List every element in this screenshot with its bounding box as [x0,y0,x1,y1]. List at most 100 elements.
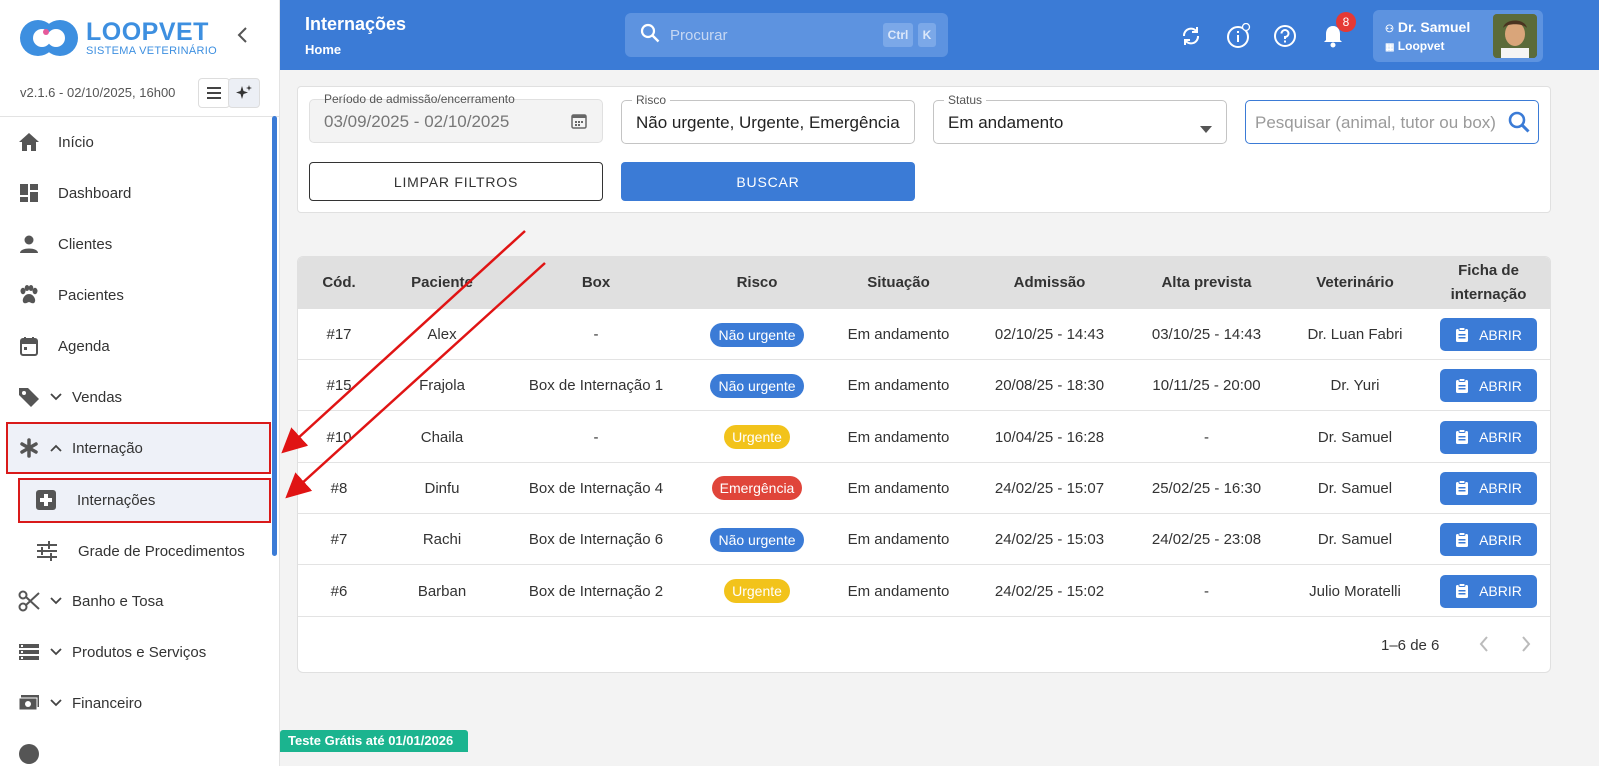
table-row: #7 Rachi Box de Internação 6 Não urgente Em … [298,514,1550,566]
sidebar-scrollbar[interactable] [272,116,277,556]
col-risco[interactable]: Risco [688,257,826,309]
cell-code: #10 [326,428,352,446]
ai-sparkle-button[interactable] [228,78,260,108]
chevron-down-icon [50,645,64,659]
cell-risk: Urgente [688,412,826,463]
sidebar-item-banho-tosa[interactable]: Banho e Tosa [0,576,270,626]
cell-patient: Chaila [420,428,464,446]
sidebar-item-inicio[interactable]: Início [0,117,270,167]
cell-vet: Dr. Yuri [1330,377,1380,395]
col-codigo[interactable]: Cód. [298,257,380,309]
help-icon[interactable] [1272,23,1298,49]
open-label: ABRIR [1479,326,1522,343]
col-veterinario[interactable]: Veterinário [1285,257,1425,309]
tune-icon [36,540,58,562]
search-placeholder: Procurar [670,26,728,44]
support-icon [18,743,40,765]
menu-list-button[interactable] [198,78,230,108]
dropdown-arrow-icon [1200,120,1212,138]
cell-action: ABRIR [1425,463,1550,514]
sidebar-item-suporte[interactable] [0,735,270,766]
open-record-button[interactable]: ABRIR [1440,420,1537,454]
sidebar-item-financeiro[interactable]: Financeiro [0,678,270,728]
open-record-button[interactable]: ABRIR [1440,523,1537,557]
sidebar-item-clientes[interactable]: Clientes [0,219,270,269]
risk-chip: Não urgente [710,373,804,398]
brand-tagline: SISTEMA VETERINÁRIO [86,45,218,57]
list-icon [18,641,40,663]
cell-status: Em andamento [847,582,950,600]
chevron-down-icon [50,390,64,404]
calendar-icon[interactable] [570,112,588,135]
cell-patient: Frajola [419,377,465,395]
risk-chip: Não urgente [710,527,804,552]
search-button[interactable]: BUSCAR [621,162,915,201]
cell-code: #17 [326,326,352,343]
calendar-icon [18,335,40,357]
search-icon[interactable] [1508,111,1530,138]
menu-icon [207,87,221,99]
cell-risk: Não urgente [688,360,826,411]
table-row: #6 Barban Box de Internação 2 Urgente Em and… [298,566,1550,617]
col-paciente[interactable]: Paciente [380,257,504,309]
col-admissao[interactable]: Admissão [971,257,1128,309]
cell-code: #8 [330,479,348,497]
open-record-button[interactable]: ABRIR [1440,318,1537,351]
col-ficha: Ficha de internação [1450,262,1527,303]
collapse-sidebar-icon[interactable] [236,26,250,50]
col-alta-prevista[interactable]: Alta prevista [1128,257,1285,309]
table-row: #10 Chaila - Urgente Em andamento 10/04/25 - … [298,412,1550,463]
cell-risk: Urgente [688,566,826,617]
breadcrumb[interactable]: Home [305,42,341,57]
sidebar-item-pacientes[interactable]: Pacientes [0,270,270,320]
cell-admission: 02/10/25 - 14:43 [994,326,1105,343]
sidebar-item-label: Dashboard [58,184,132,202]
period-value: 03/09/2025 - 02/10/2025 [324,112,510,131]
chevron-down-icon [50,696,64,710]
col-box[interactable]: Box [504,257,688,309]
scissors-icon [18,590,40,612]
open-record-button[interactable]: ABRIR [1440,574,1537,608]
col-situacao[interactable]: Situação [826,257,971,309]
info-icon[interactable] [1225,23,1251,49]
cell-patient: Dinfu [424,479,460,497]
cell-patient: Rachi [422,531,462,549]
prev-page-icon[interactable] [1478,635,1490,658]
table-search-input[interactable]: Pesquisar (animal, tutor ou box) [1245,100,1539,144]
sidebar-item-label: Produtos e Serviços [72,643,207,661]
status-select[interactable]: Status Em andamento [933,93,1227,144]
cell-status: Em andamento [847,479,950,497]
sidebar-item-label: Vendas [72,388,123,406]
next-page-icon[interactable] [1520,635,1532,658]
paw-icon [18,284,40,306]
risk-select[interactable]: Risco Não urgente, Urgente, Emergência [621,93,915,144]
shortcut-k: K [918,23,936,47]
sidebar-item-dashboard[interactable]: Dashboard [0,168,270,218]
cell-admission: 24/02/25 - 15:03 [994,531,1105,549]
cell-risk: Não urgente [688,514,826,565]
cell-box: Box de Internação 2 [528,582,664,600]
open-record-button[interactable]: ABRIR [1440,471,1537,505]
clear-filters-button[interactable]: LIMPAR FILTROS [309,162,603,201]
avatar [1493,14,1537,58]
clipboard-icon [1456,429,1469,445]
loopvet-logo[interactable]: LOOPVET SISTEMA VETERINÁRIO [18,18,217,58]
global-search-input[interactable]: Procurar Ctrl K [625,13,948,57]
refresh-icon[interactable] [1178,23,1204,49]
open-label: ABRIR [1479,480,1522,497]
sidebar-item-grade-procedimentos[interactable]: Grade de Procedimentos [0,526,270,576]
cell-vet: Dr. Samuel [1317,531,1393,549]
sidebar-item-produtos-servicos[interactable]: Produtos e Serviços [0,627,270,677]
open-record-button[interactable]: ABRIR [1440,369,1537,403]
open-label: ABRIR [1479,531,1522,548]
user-menu[interactable]: ⚇ Dr. Samuel ▦ Loopvet [1373,10,1543,62]
sidebar-item-vendas[interactable]: Vendas [0,372,270,422]
trial-badge[interactable]: Teste Grátis até 01/01/2026 [280,730,468,752]
cell-box: Box de Internação 4 [528,479,664,497]
period-field[interactable]: Período de admissão/encerramento 03/09/2… [309,92,603,143]
sidebar-item-agenda[interactable]: Agenda [0,321,270,371]
cell-discharge: 03/10/25 - 14:43 [1151,326,1262,343]
cell-admission: 10/04/25 - 16:28 [994,428,1105,446]
risk-value: Não urgente, Urgente, Emergência [636,113,900,132]
status-label: Status [944,93,987,107]
